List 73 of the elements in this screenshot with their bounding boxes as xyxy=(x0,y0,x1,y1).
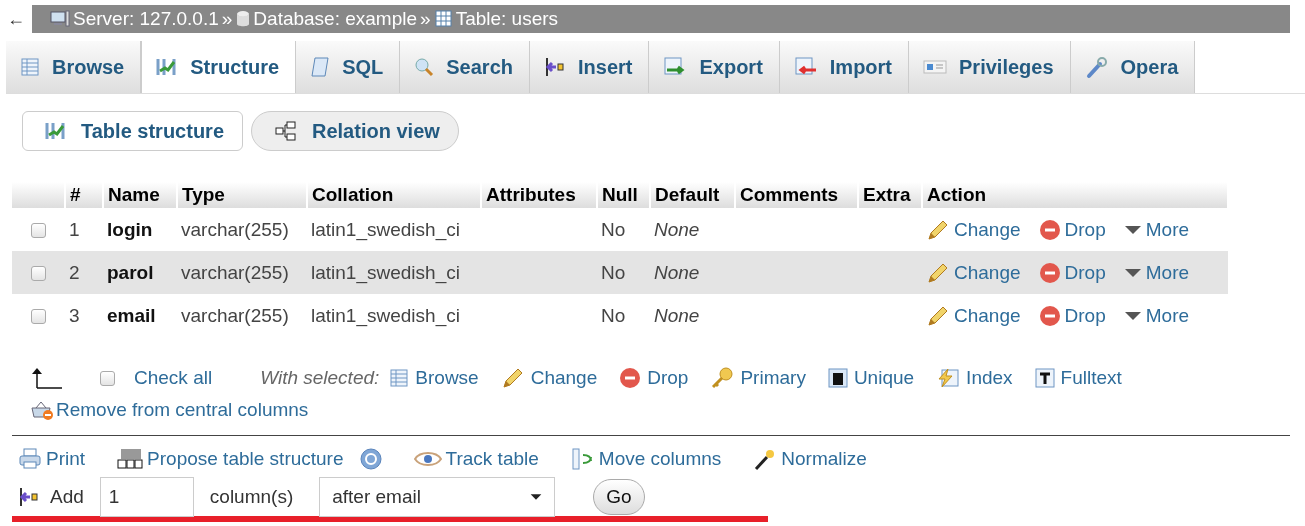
tab[interactable]: SQL xyxy=(296,41,401,93)
table-cell: latin1_swedish_ci xyxy=(307,208,481,251)
table-cell: varchar(255) xyxy=(177,251,307,294)
change-link[interactable]: Change xyxy=(954,261,1021,284)
table-cell: latin1_swedish_ci xyxy=(307,294,481,337)
drop-link[interactable]: Drop xyxy=(1064,218,1106,241)
table-cell: No xyxy=(597,208,650,251)
bulk-action-link[interactable]: Unique xyxy=(853,367,915,389)
drop-link[interactable]: Drop xyxy=(1064,261,1106,284)
column-count-field[interactable]: 1 xyxy=(99,477,194,517)
breadcrumb-link[interactable]: Table: users xyxy=(455,8,559,30)
with-selected-label: With selected: xyxy=(260,367,380,389)
change-link[interactable]: Change xyxy=(954,218,1021,241)
tool-link[interactable]: Move columns xyxy=(598,448,722,470)
tab[interactable]: Import xyxy=(779,41,910,93)
add-label: Add xyxy=(50,486,84,508)
view-tab[interactable]: Relation view xyxy=(251,111,459,151)
tab[interactable]: Opera xyxy=(1070,41,1196,93)
column-header: Default xyxy=(650,182,735,208)
column-header: Action xyxy=(922,182,1228,208)
table-cell: No xyxy=(597,251,650,294)
view-tab[interactable]: Table structure xyxy=(22,111,243,151)
tab[interactable]: Export xyxy=(649,41,780,93)
table-cell: 2 xyxy=(65,251,103,294)
bulk-action-link[interactable]: Primary xyxy=(740,367,806,389)
go-button[interactable]: Go xyxy=(593,479,645,515)
bulk-action-link[interactable]: Index xyxy=(966,367,1013,389)
tab[interactable]: Browse xyxy=(6,41,142,93)
breadcrumb-separator: » xyxy=(420,8,431,30)
tool-link[interactable]: Normalize xyxy=(781,448,867,470)
column-header: Null xyxy=(597,182,650,208)
tab[interactable]: Insert xyxy=(530,41,650,93)
column-header: Attributes xyxy=(481,182,597,208)
more-link[interactable]: More xyxy=(1145,261,1190,284)
table-cell: email xyxy=(103,294,177,337)
check-all-label[interactable]: Check all xyxy=(134,367,213,389)
bulk-action-link[interactable]: Fulltext xyxy=(1060,367,1122,389)
column-header: Collation xyxy=(307,182,481,208)
more-link[interactable]: More xyxy=(1145,218,1190,241)
breadcrumb-link[interactable]: Server: 127.0.0.1 xyxy=(73,8,219,30)
table-cell: None xyxy=(650,208,735,251)
change-link[interactable]: Change xyxy=(954,304,1021,327)
table-cell: varchar(255) xyxy=(177,208,307,251)
column-header: Extra xyxy=(858,182,922,208)
table-cell: 3 xyxy=(65,294,103,337)
bulk-action-link[interactable]: Change xyxy=(530,367,598,389)
tab[interactable]: Search xyxy=(400,41,530,93)
remove-central-columns-link[interactable]: Remove from central columns xyxy=(56,399,309,421)
breadcrumb-separator: » xyxy=(221,8,233,30)
table-cell: None xyxy=(650,251,735,294)
column-header: Name xyxy=(103,182,177,208)
columns-unit-label: column(s) xyxy=(209,486,294,508)
position-dropdown[interactable]: after email xyxy=(319,477,556,517)
tool-link[interactable]: Track table xyxy=(445,448,539,470)
table-cell: login xyxy=(103,208,177,251)
bulk-action-link[interactable]: Browse xyxy=(415,367,479,389)
more-link[interactable]: More xyxy=(1145,304,1190,327)
column-header: Comments xyxy=(735,182,858,208)
bulk-action-link[interactable]: Drop xyxy=(647,367,689,389)
breadcrumb-link[interactable]: Database: example xyxy=(253,8,418,30)
tab[interactable]: Privileges xyxy=(909,41,1071,93)
tab[interactable]: Structure xyxy=(141,41,297,93)
column-header: # xyxy=(65,182,103,208)
table-cell: varchar(255) xyxy=(177,294,307,337)
tool-link[interactable]: Print xyxy=(46,448,86,470)
table-cell: 1 xyxy=(65,208,103,251)
table-cell: latin1_swedish_ci xyxy=(307,251,481,294)
table-cell: None xyxy=(650,294,735,337)
drop-link[interactable]: Drop xyxy=(1064,304,1106,327)
table-cell: parol xyxy=(103,251,177,294)
tool-link[interactable]: Propose table structure xyxy=(147,448,344,470)
column-header: Type xyxy=(177,182,307,208)
table-cell: No xyxy=(597,294,650,337)
